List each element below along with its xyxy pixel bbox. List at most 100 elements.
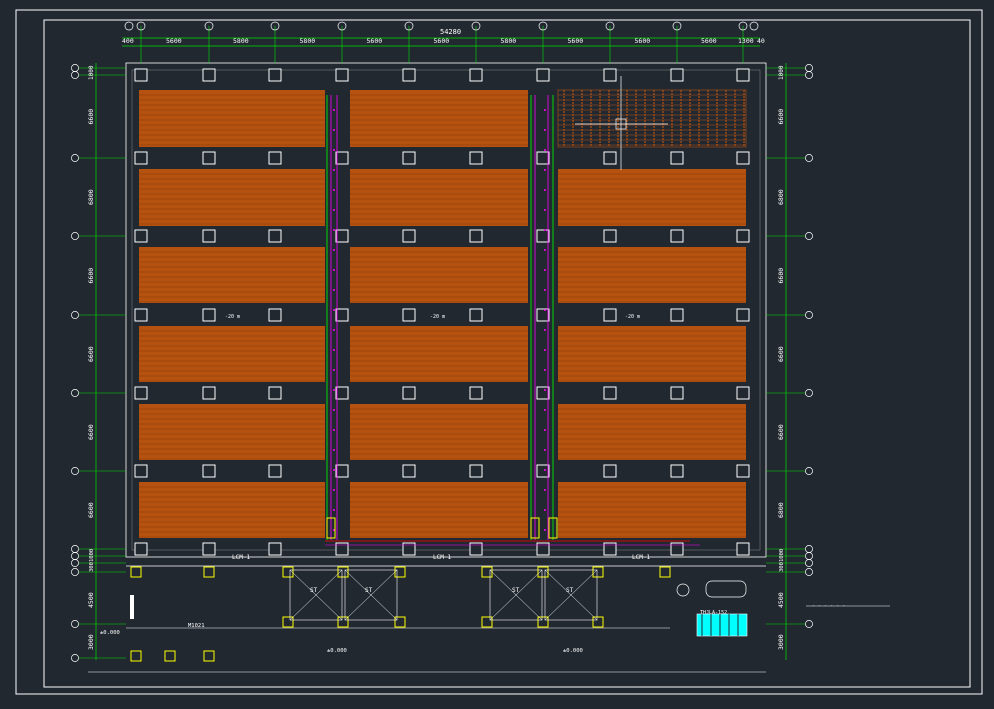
pipe-fitting <box>333 149 335 151</box>
column <box>402 229 416 243</box>
cable-tray-block <box>139 482 325 538</box>
left-dimension-text: 6600 <box>87 109 95 125</box>
pipe-fitting <box>333 249 335 251</box>
column <box>402 386 416 400</box>
right-dimension-text: 6600 <box>777 268 785 284</box>
room-label-3: -20 m <box>625 314 640 320</box>
column <box>603 308 617 322</box>
column <box>736 386 750 400</box>
column <box>603 386 617 400</box>
left-dimension-text: 6600 <box>87 346 95 362</box>
column <box>134 229 148 243</box>
pipe-fitting <box>333 229 335 231</box>
top-end-right: 1300 <box>738 37 754 45</box>
column <box>202 386 216 400</box>
pipe-fitting <box>544 509 546 511</box>
pipe-fitting <box>333 349 335 351</box>
column <box>202 68 216 82</box>
column <box>603 151 617 165</box>
column <box>268 68 282 82</box>
lower-small-text: 1000 <box>89 549 95 562</box>
equipment-label: THJLA-152 <box>700 610 727 616</box>
column <box>736 229 750 243</box>
cable-tray-block <box>139 169 325 226</box>
cable-tray-block <box>558 169 746 226</box>
pipe-fitting <box>544 389 546 391</box>
cable-tray-block <box>350 169 528 226</box>
pipe-fitting <box>544 189 546 191</box>
cable-tray-block <box>350 482 528 538</box>
column <box>469 386 483 400</box>
column <box>402 464 416 478</box>
door-label: M1021 <box>188 623 205 629</box>
room-label-2: -20 m <box>430 314 445 320</box>
pipe-fitting <box>333 129 335 131</box>
column <box>335 151 349 165</box>
top-dimension-text: 5600 <box>701 37 717 45</box>
column <box>469 464 483 478</box>
pipe-fitting <box>544 149 546 151</box>
pipe-fitting <box>333 409 335 411</box>
pipe-fitting <box>333 329 335 331</box>
column <box>268 308 282 322</box>
column <box>335 464 349 478</box>
cable-tray-block <box>558 482 746 538</box>
column <box>202 464 216 478</box>
cable-tray-block <box>558 247 746 303</box>
cable-tray-block <box>558 404 746 460</box>
column <box>736 542 750 556</box>
cable-tray-block <box>139 90 325 147</box>
column <box>536 464 550 478</box>
pipe-fitting <box>333 369 335 371</box>
right-dimension-text: 6600 <box>777 346 785 362</box>
right-small-dimension: 1000 <box>778 65 785 80</box>
pipe-fitting <box>544 529 546 531</box>
pipe-fitting <box>544 349 546 351</box>
column <box>335 386 349 400</box>
room-label-1: -20 m <box>225 314 240 320</box>
column <box>536 68 550 82</box>
column <box>536 229 550 243</box>
column <box>736 68 750 82</box>
pipe-fitting <box>333 429 335 431</box>
pipe-fitting <box>333 209 335 211</box>
top-dimension-text: 5600 <box>166 37 182 45</box>
column <box>670 464 684 478</box>
right-dimension-text: 6800 <box>777 502 785 518</box>
column <box>268 464 282 478</box>
left-dimension-text: 6800 <box>87 189 95 205</box>
top-dimension-text: 5800 <box>501 37 517 45</box>
lower-dimension-text: 4500 <box>777 592 785 608</box>
column <box>134 308 148 322</box>
pipe-fitting <box>544 129 546 131</box>
column <box>268 151 282 165</box>
stair-label-2: ST <box>365 587 373 594</box>
left-dimension-text: 6600 <box>87 424 95 440</box>
pipe-fitting <box>544 329 546 331</box>
column <box>402 151 416 165</box>
column <box>134 464 148 478</box>
pipe-fitting <box>544 369 546 371</box>
pipe-fitting <box>333 489 335 491</box>
column <box>268 229 282 243</box>
lower-dimension-text: 3000 <box>87 634 95 650</box>
door-bar <box>130 595 134 619</box>
column <box>603 464 617 478</box>
lower-dimension-text: 3000 <box>777 634 785 650</box>
pipe-fitting <box>544 489 546 491</box>
column <box>670 308 684 322</box>
column <box>736 151 750 165</box>
column <box>268 542 282 556</box>
top-dimension-text: 5600 <box>367 37 383 45</box>
cable-tray-block <box>139 404 325 460</box>
top-end-right2: 40 <box>757 37 765 45</box>
corridor-label-2: LCM-1 <box>433 554 451 561</box>
corridor-label-3: LCM-1 <box>632 554 650 561</box>
column <box>670 229 684 243</box>
stair-label-3: ST <box>512 587 520 594</box>
pipe-fitting <box>333 169 335 171</box>
right-dimension-text: 6600 <box>777 424 785 440</box>
pipe-fitting <box>544 249 546 251</box>
pipe-fitting <box>544 209 546 211</box>
column <box>603 68 617 82</box>
